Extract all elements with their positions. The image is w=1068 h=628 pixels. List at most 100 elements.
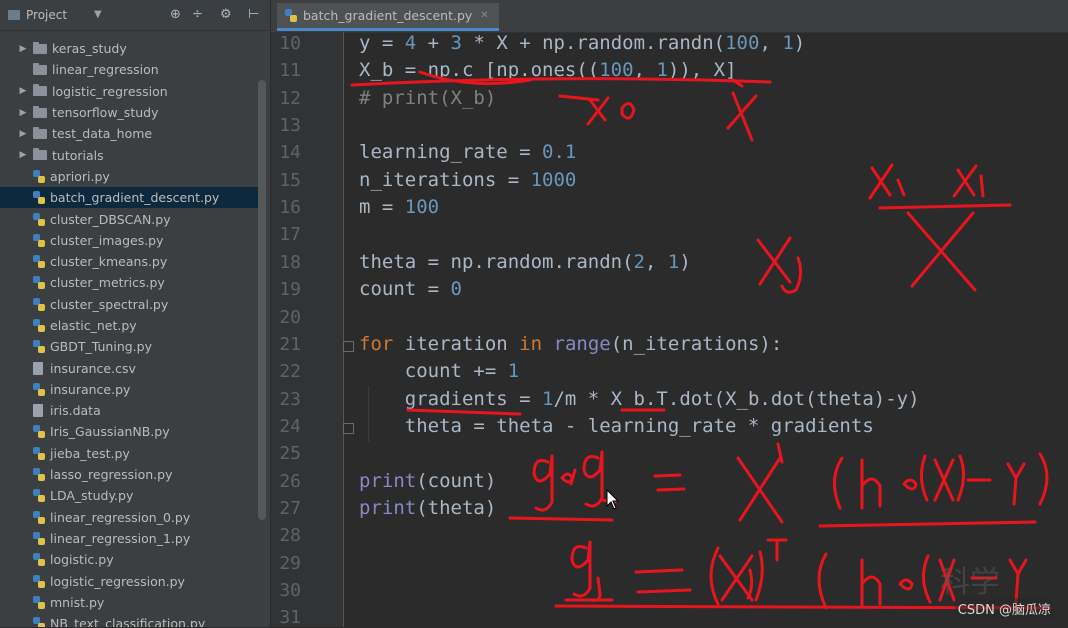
gear-icon[interactable]: ⚙ [220, 7, 232, 22]
tree-item[interactable]: ▶ test_data_home [0, 123, 260, 144]
tree-item[interactable]: GBDT_Tuning.py [0, 336, 260, 357]
code-token: n_iterations = [359, 168, 531, 191]
fold-marker-icon[interactable] [343, 340, 354, 352]
tree-item[interactable]: cluster_DBSCAN.py [0, 208, 260, 229]
tree-item[interactable]: linear_regression [0, 59, 260, 80]
folder-icon [33, 105, 47, 118]
code-line[interactable]: print(theta) [359, 497, 496, 519]
code-line[interactable]: y = 4 + 3 * X + np.random.randn(100, 1) [359, 32, 805, 54]
tree-item[interactable]: mnist.py [0, 592, 260, 613]
tree-item[interactable]: iris.data [0, 400, 260, 421]
code-token: ) [793, 32, 806, 54]
expand-arrow-icon[interactable]: ▶ [13, 86, 33, 96]
code-line[interactable]: print(count) [359, 470, 496, 492]
tree-item-label: cluster_images.py [50, 232, 164, 248]
tree-item[interactable]: LDA_study.py [0, 485, 260, 506]
code-token: 1 [782, 32, 794, 54]
line-number: 24 [279, 415, 301, 437]
python-file-icon [285, 9, 297, 22]
code-editor[interactable]: y = 4 + 3 * X + np.random.randn(100, 1) X… [352, 32, 1068, 627]
line-number: 13 [279, 115, 301, 137]
project-panel-title: Project [26, 8, 68, 22]
folder-icon [33, 126, 47, 139]
code-token: count = [359, 278, 451, 301]
tree-item-label: logistic_regression [52, 83, 168, 99]
code-line[interactable]: n_iterations = 1000 [359, 169, 576, 191]
tree-item[interactable]: cluster_spectral.py [0, 294, 260, 315]
line-number: 15 [279, 169, 301, 191]
expand-arrow-icon[interactable]: ▶ [13, 129, 33, 139]
tree-item[interactable]: elastic_net.py [0, 315, 260, 336]
tree-item[interactable]: insurance.py [0, 379, 260, 400]
tab-batch-gradient-descent[interactable]: batch_gradient_descent.py ✕ [277, 3, 499, 31]
tree-item-partial[interactable] [0, 30, 260, 38]
expand-arrow-icon[interactable]: ▶ [13, 44, 33, 54]
code-line[interactable]: theta = np.random.randn(2, 1) [359, 251, 691, 273]
code-line[interactable]: count = 0 [359, 278, 462, 300]
code-line[interactable]: learning_rate = 0.1 [359, 141, 576, 163]
code-line[interactable]: X_b = np.c_[np.ones((100, 1)), X] [359, 59, 737, 81]
code-line[interactable]: gradients = 1/m * X_b.T.dot(X_b.dot(thet… [359, 388, 920, 410]
code-line[interactable]: for iteration in range(n_iterations): [359, 333, 782, 355]
project-panel-header[interactable]: Project ▼ ⊕ ÷ ⚙ ⊢ [0, 0, 270, 31]
line-number: 16 [279, 197, 301, 219]
line-number: 14 [279, 142, 301, 164]
python-file-icon [33, 212, 45, 226]
code-token: /m * X_b.T.dot(X_b.dot(theta)-y) [553, 387, 920, 410]
tree-item[interactable]: apriori.py [0, 166, 260, 187]
expand-arrow-icon[interactable]: ▶ [13, 108, 33, 118]
line-number: 10 [279, 33, 301, 54]
tree-item[interactable]: ▶ logistic_regression [0, 81, 260, 102]
line-number: 26 [279, 470, 301, 492]
tree-item[interactable]: jieba_test.py [0, 443, 260, 464]
mouse-cursor [606, 488, 620, 515]
project-folder-icon [8, 10, 20, 20]
tree-item[interactable]: ▶ tutorials [0, 144, 260, 165]
tree-item[interactable]: cluster_metrics.py [0, 272, 260, 293]
expand-arrow-icon[interactable]: ▶ [13, 150, 33, 160]
python-file-icon [33, 233, 45, 247]
tree-item-label: cluster_metrics.py [50, 275, 165, 291]
close-icon[interactable]: ✕ [480, 10, 488, 21]
tree-item[interactable]: insurance.csv [0, 357, 260, 378]
line-number: 20 [279, 306, 301, 328]
tree-item[interactable]: cluster_images.py [0, 230, 260, 251]
chevron-down-icon[interactable]: ▼ [94, 9, 102, 20]
code-token: # print(X_b) [359, 86, 497, 109]
tree-item[interactable]: logistic.py [0, 549, 260, 570]
hide-panel-icon[interactable]: ⊢ [248, 7, 259, 22]
tree-item[interactable]: ▶ keras_study [0, 38, 260, 59]
fold-marker-icon[interactable] [343, 422, 354, 434]
tree-item[interactable]: linear_regression_0.py [0, 507, 260, 528]
line-number: 22 [279, 361, 301, 383]
code-token: in [519, 332, 543, 355]
tree-item-label: lasso_regression.py [50, 467, 173, 483]
watermark: CSDN @脑瓜凉 [954, 598, 1054, 619]
code-token: 4 [404, 32, 417, 54]
code-line[interactable]: count += 1 [359, 360, 519, 382]
collapse-icon[interactable]: ÷ [192, 7, 203, 22]
code-line[interactable]: # print(X_b) [359, 87, 496, 109]
locate-icon[interactable]: ⊕ [170, 7, 181, 22]
tree-item[interactable]: NB_text_classification.py [0, 613, 260, 627]
tree-item-label: NB_text_classification.py [50, 616, 206, 627]
line-number: 27 [279, 497, 301, 519]
tree-item[interactable]: lasso_regression.py [0, 464, 260, 485]
editor-tab-bar: batch_gradient_descent.py ✕ [271, 0, 1068, 33]
code-line[interactable]: theta = theta - learning_rate * gradient… [359, 415, 874, 437]
code-token: 100 [404, 196, 440, 219]
tree-item[interactable]: linear_regression_1.py [0, 528, 260, 549]
code-token: 0 [450, 278, 462, 301]
tree-item[interactable]: ▶ tensorflow_study [0, 102, 260, 123]
tree-item[interactable]: logistic_regression.py [0, 570, 260, 591]
python-file-icon [33, 297, 45, 311]
tree-item-label: linear_regression_1.py [50, 530, 191, 546]
code-line[interactable]: m = 100 [359, 196, 439, 218]
tree-item[interactable]: batch_gradient_descent.py [0, 187, 260, 209]
python-file-icon [33, 489, 45, 503]
tree-item[interactable]: Iris_GaussianNB.py [0, 421, 260, 442]
tree-item[interactable]: cluster_kmeans.py [0, 251, 260, 272]
sidebar-scrollbar[interactable] [258, 80, 266, 520]
tree-item-label: mnist.py [50, 594, 105, 610]
tree-item-label: GBDT_Tuning.py [50, 339, 152, 355]
